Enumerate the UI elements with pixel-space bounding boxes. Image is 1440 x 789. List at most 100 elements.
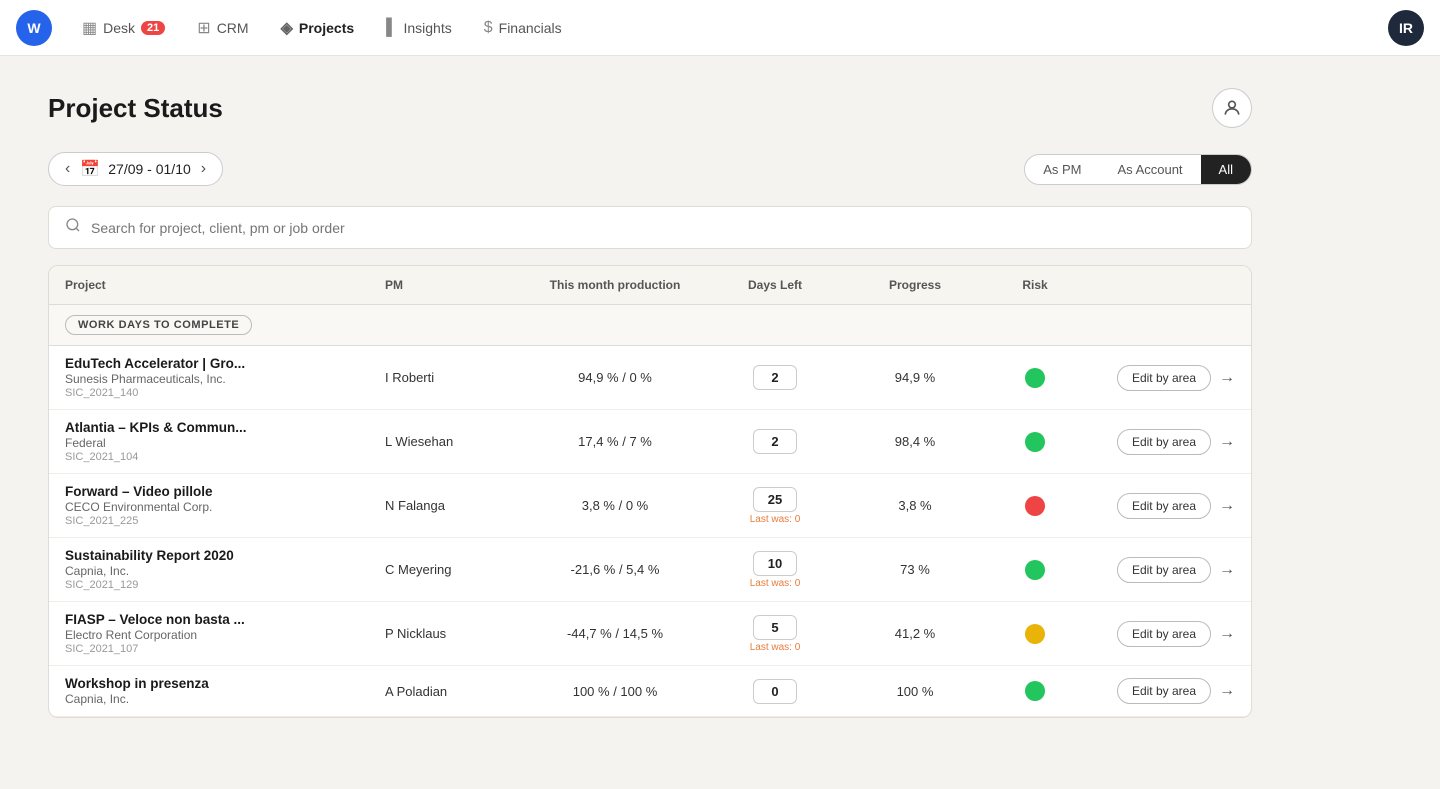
days-box-row4: 10 xyxy=(753,551,797,576)
th-project: Project xyxy=(65,278,385,292)
top-nav: W ▦ Desk 21 ⊞CRM◈Projects▌Insights$Financia… xyxy=(0,0,1440,56)
project-name-row6: Workshop in presenza xyxy=(65,676,385,691)
nav-label-financials: Financials xyxy=(499,20,562,36)
project-code-row1: SIC_2021_140 xyxy=(65,387,385,399)
table-header: ProjectPMThis month productionDays LeftP… xyxy=(49,266,1251,305)
desk-nav-icon: ▦ xyxy=(82,18,97,38)
risk-cell-row5 xyxy=(985,624,1085,644)
user-avatar[interactable]: IR xyxy=(1388,10,1424,46)
row-arrow-button-row2[interactable]: → xyxy=(1219,433,1235,451)
projects-nav-icon: ◈ xyxy=(281,18,293,38)
edit-area-button-row2[interactable]: Edit by area xyxy=(1117,429,1211,455)
progress-cell-row5: 41,2 % xyxy=(845,626,985,641)
project-name-row5: FIASP – Veloce non basta ... xyxy=(65,612,385,627)
progress-cell-row3: 3,8 % xyxy=(845,498,985,513)
edit-area-button-row1[interactable]: Edit by area xyxy=(1117,365,1211,391)
nav-label-crm: CRM xyxy=(217,20,249,36)
pm-cell-row1: I Roberti xyxy=(385,370,525,385)
project-client-row2: Federal xyxy=(65,436,385,450)
progress-cell-row4: 73 % xyxy=(845,562,985,577)
risk-cell-row3 xyxy=(985,496,1085,516)
risk-dot-row6 xyxy=(1025,681,1045,701)
view-toggle-as-pm[interactable]: As PM xyxy=(1025,155,1099,184)
logo[interactable]: W xyxy=(16,10,52,46)
insights-nav-icon: ▌ xyxy=(386,19,397,37)
profile-icon xyxy=(1222,98,1242,118)
risk-cell-row2 xyxy=(985,432,1085,452)
row-arrow-button-row4[interactable]: → xyxy=(1219,561,1235,579)
group-label: WORK DAYS TO COMPLETE xyxy=(65,315,252,335)
search-bar xyxy=(48,206,1252,249)
days-sub-row3: Last was: 0 xyxy=(705,514,845,525)
risk-cell-row1 xyxy=(985,368,1085,388)
profile-icon-button[interactable] xyxy=(1212,88,1252,128)
project-cell-row6: Workshop in presenza Capnia, Inc. xyxy=(65,676,385,706)
project-client-row6: Capnia, Inc. xyxy=(65,692,385,706)
th-days_left: Days Left xyxy=(705,278,845,292)
row-arrow-button-row6[interactable]: → xyxy=(1219,682,1235,700)
nav-item-crm[interactable]: ⊞CRM xyxy=(183,12,262,44)
actions-cell-row1: Edit by area → xyxy=(1085,365,1235,391)
nav-item-insights[interactable]: ▌Insights xyxy=(372,13,466,43)
nav-item-financials[interactable]: $Financials xyxy=(470,13,576,43)
risk-dot-row3 xyxy=(1025,496,1045,516)
days-box-row1: 2 xyxy=(753,365,797,390)
progress-cell-row2: 98,4 % xyxy=(845,434,985,449)
view-toggle-all[interactable]: All xyxy=(1201,155,1251,184)
date-range-label: 27/09 - 01/10 xyxy=(108,161,191,177)
days-box-row6: 0 xyxy=(753,679,797,704)
risk-cell-row6 xyxy=(985,681,1085,701)
page-title: Project Status xyxy=(48,93,223,124)
days-cell-row3: 25 Last was: 0 xyxy=(705,487,845,525)
row-arrow-button-row1[interactable]: → xyxy=(1219,369,1235,387)
edit-area-button-row6[interactable]: Edit by area xyxy=(1117,678,1211,704)
days-box-row3: 25 xyxy=(753,487,797,512)
table-row-row2: Atlantia – KPIs & Commun... Federal SIC_… xyxy=(49,410,1251,474)
project-client-row4: Capnia, Inc. xyxy=(65,564,385,578)
pm-cell-row2: L Wiesehan xyxy=(385,434,525,449)
search-icon xyxy=(65,217,81,238)
nav-item-projects[interactable]: ◈Projects xyxy=(267,12,369,44)
th-production: This month production xyxy=(525,278,705,292)
next-date-button[interactable]: › xyxy=(199,160,208,178)
risk-dot-row2 xyxy=(1025,432,1045,452)
edit-area-button-row4[interactable]: Edit by area xyxy=(1117,557,1211,583)
days-cell-row4: 10 Last was: 0 xyxy=(705,551,845,589)
prev-date-button[interactable]: ‹ xyxy=(63,160,72,178)
days-cell-row2: 2 xyxy=(705,429,845,454)
search-input[interactable] xyxy=(91,220,1235,236)
nav-label-desk: Desk xyxy=(103,20,135,36)
page-header: Project Status xyxy=(48,88,1252,128)
row-arrow-button-row3[interactable]: → xyxy=(1219,497,1235,515)
date-range-picker[interactable]: ‹ 📅 27/09 - 01/10 › xyxy=(48,152,223,186)
th-progress: Progress xyxy=(845,278,985,292)
project-client-row5: Electro Rent Corporation xyxy=(65,628,385,642)
table-row-row1: EduTech Accelerator | Gro... Sunesis Pha… xyxy=(49,346,1251,410)
days-cell-row5: 5 Last was: 0 xyxy=(705,615,845,653)
calendar-icon: 📅 xyxy=(80,159,100,179)
edit-area-button-row5[interactable]: Edit by area xyxy=(1117,621,1211,647)
th-actions xyxy=(1085,278,1235,292)
main-content: Project Status ‹ 📅 27/09 - 01/10 › As PM… xyxy=(0,56,1300,750)
project-client-row3: CECO Environmental Corp. xyxy=(65,500,385,514)
project-code-row5: SIC_2021_107 xyxy=(65,643,385,655)
nav-item-desk[interactable]: ▦ Desk 21 xyxy=(68,12,179,44)
project-name-row4: Sustainability Report 2020 xyxy=(65,548,385,563)
actions-cell-row3: Edit by area → xyxy=(1085,493,1235,519)
table-row-row3: Forward – Video pillole CECO Environment… xyxy=(49,474,1251,538)
actions-cell-row5: Edit by area → xyxy=(1085,621,1235,647)
progress-cell-row1: 94,9 % xyxy=(845,370,985,385)
actions-cell-row2: Edit by area → xyxy=(1085,429,1235,455)
risk-dot-row1 xyxy=(1025,368,1045,388)
project-code-row4: SIC_2021_129 xyxy=(65,579,385,591)
project-name-row2: Atlantia – KPIs & Commun... xyxy=(65,420,385,435)
risk-dot-row5 xyxy=(1025,624,1045,644)
row-arrow-button-row5[interactable]: → xyxy=(1219,625,1235,643)
view-toggle-as-account[interactable]: As Account xyxy=(1100,155,1201,184)
project-code-row2: SIC_2021_104 xyxy=(65,451,385,463)
edit-area-button-row3[interactable]: Edit by area xyxy=(1117,493,1211,519)
project-table: ProjectPMThis month productionDays LeftP… xyxy=(48,265,1252,718)
nav-badge-desk: 21 xyxy=(141,21,165,35)
progress-cell-row6: 100 % xyxy=(845,684,985,699)
th-pm: PM xyxy=(385,278,525,292)
